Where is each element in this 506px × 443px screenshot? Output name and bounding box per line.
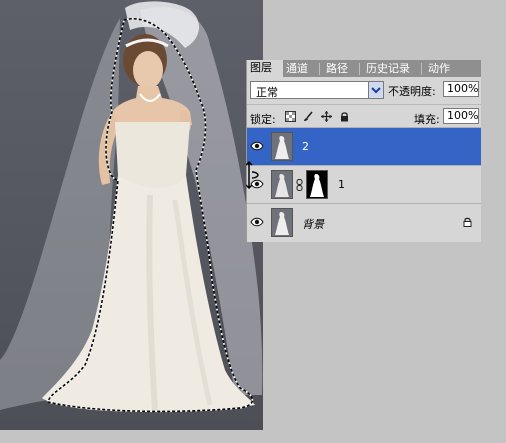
chain-link-icon[interactable] — [296, 179, 303, 191]
lock-icon[interactable] — [339, 111, 350, 122]
cursor-icon — [246, 160, 259, 190]
layers-panel: 图层 通道 路径 历史记录 动作 正常 不透明度: 100% 锁定: 填充: 1… — [246, 60, 481, 242]
fill-label: 填充: — [414, 113, 440, 126]
transparent-lock-icon[interactable] — [285, 111, 296, 122]
move-icon[interactable] — [321, 111, 332, 122]
lock-label: 锁定: — [250, 113, 276, 126]
tab-divider — [421, 63, 422, 75]
layer-mask-thumbnail[interactable] — [306, 170, 328, 199]
eye-icon[interactable] — [250, 140, 264, 152]
tab-divider — [319, 63, 320, 75]
photo-canvas[interactable] — [0, 0, 263, 430]
blend-mode-select[interactable]: 正常 — [250, 81, 384, 99]
tab-actions[interactable]: 动作 — [425, 61, 453, 77]
eye-icon[interactable] — [250, 216, 264, 228]
lock-row: 锁定: 填充: 100% — [247, 104, 481, 127]
chevron-down-icon[interactable] — [368, 82, 383, 98]
tab-divider — [359, 63, 360, 75]
blend-mode-value: 正常 — [256, 86, 278, 99]
bride-photo — [0, 1, 263, 413]
layer-row[interactable]: 背景 — [247, 203, 481, 241]
brush-icon[interactable] — [303, 111, 314, 122]
layer-thumbnail — [271, 132, 293, 161]
opacity-label: 不透明度: — [388, 85, 436, 98]
opacity-input[interactable]: 100% — [443, 81, 479, 97]
layer-thumbnail — [271, 170, 293, 199]
tab-layers[interactable]: 图层 — [247, 60, 283, 77]
layer-row[interactable]: 2 — [247, 127, 481, 165]
lock-icon — [463, 217, 472, 227]
layer-thumbnail — [271, 208, 293, 237]
tab-history[interactable]: 历史记录 — [363, 61, 413, 77]
layer-name[interactable]: 1 — [338, 178, 345, 191]
layer-name[interactable]: 2 — [302, 140, 309, 153]
blend-row: 正常 不透明度: 100% — [247, 77, 481, 104]
fill-input[interactable]: 100% — [443, 108, 479, 124]
tab-paths[interactable]: 路径 — [323, 61, 351, 77]
layer-row[interactable]: 1 — [247, 165, 481, 203]
panel-tabs: 图层 通道 路径 历史记录 动作 — [247, 60, 481, 77]
layer-name[interactable]: 背景 — [302, 216, 324, 232]
tab-channels[interactable]: 通道 — [283, 61, 311, 77]
